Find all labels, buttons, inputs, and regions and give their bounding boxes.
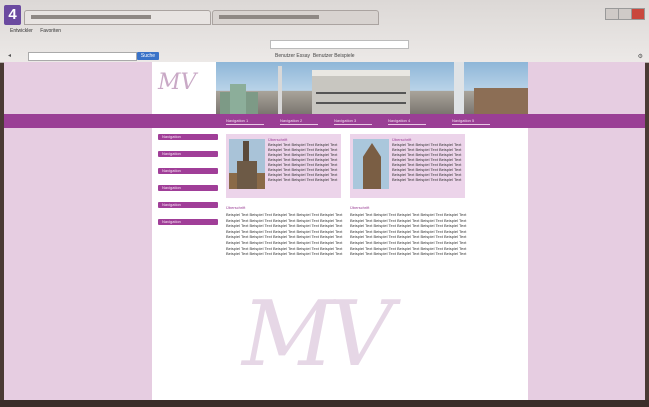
site-logo[interactable]: MV xyxy=(158,70,196,95)
column-2-text: Beispiel Text Beispiel Text Beispiel Tex… xyxy=(350,212,467,257)
sidebar-item-2[interactable]: Navigation xyxy=(158,151,218,157)
tab-2-title xyxy=(219,15,319,19)
menu-item-entwickler[interactable]: Entwickler xyxy=(10,28,33,34)
right-margin xyxy=(528,62,645,400)
sidebar-item-1[interactable]: Navigation xyxy=(158,134,218,140)
page-viewport: MV Navigation Navigation Navigation Navi… xyxy=(4,62,645,400)
bookmark-1[interactable]: Benutzer Essay xyxy=(275,53,310,59)
nav-item-1[interactable]: Navigation 1 xyxy=(226,118,264,125)
tab-1-title xyxy=(31,15,151,19)
nav-item-2-label: Navigation 2 xyxy=(280,118,303,123)
bookmark-2[interactable]: Benutzer Beispiele xyxy=(313,53,355,59)
nav-item-2[interactable]: Navigation 2 xyxy=(280,118,318,125)
address-bar[interactable] xyxy=(270,40,409,49)
browser-chrome: 4 Entwickler Favoriten ◂ Suche Benutzer … xyxy=(0,0,649,63)
maximize-button[interactable] xyxy=(618,8,632,20)
text-column-2: Überschrift Beispiel Text Beispiel Text … xyxy=(350,205,468,274)
sidebar-item-4[interactable]: Navigation xyxy=(158,185,218,191)
minimize-button[interactable] xyxy=(605,8,619,20)
card-1-text: Beispiel Text Beispiel Text Beispiel Tex… xyxy=(268,142,338,182)
gear-icon[interactable]: ⚙ xyxy=(638,53,643,60)
page-content: MV Navigation Navigation Navigation Navi… xyxy=(152,62,528,400)
search-input[interactable] xyxy=(28,52,137,61)
bookmarks-bar: Benutzer Essay Benutzer Beispiele xyxy=(275,53,355,59)
nav-item-1-label: Navigation 1 xyxy=(226,118,249,123)
left-margin xyxy=(4,62,152,400)
card-1-photo xyxy=(229,139,265,189)
menu-item-favoriten[interactable]: Favoriten xyxy=(40,28,61,34)
back-arrow-icon[interactable]: ◂ xyxy=(8,52,11,59)
nav-item-5-label: Navigation 5 xyxy=(452,118,475,123)
nav-item-4-label: Navigation 4 xyxy=(388,118,411,123)
watermark-logo: MV xyxy=(242,282,393,387)
browser-tab-2[interactable] xyxy=(212,10,379,25)
nav-item-5[interactable]: Navigation 5 xyxy=(452,118,490,125)
sidebar-item-5[interactable]: Navigation xyxy=(158,202,218,208)
card-2-photo xyxy=(353,139,389,189)
column-2-title: Überschrift xyxy=(350,205,370,210)
nav-item-3-label: Navigation 3 xyxy=(334,118,357,123)
text-column-1: Überschrift Beispiel Text Beispiel Text … xyxy=(226,205,344,274)
feature-card-2: Überschrift Beispiel Text Beispiel Text … xyxy=(350,134,465,198)
nav-item-3[interactable]: Navigation 3 xyxy=(334,118,372,125)
step-badge: 4 xyxy=(4,5,21,25)
feature-card-1: Überschrift Beispiel Text Beispiel Text … xyxy=(226,134,341,198)
close-button[interactable] xyxy=(631,8,645,20)
sidebar-nav: Navigation Navigation Navigation Navigat… xyxy=(158,134,218,236)
menu-bar: Entwickler Favoriten xyxy=(10,28,67,34)
card-2-text: Beispiel Text Beispiel Text Beispiel Tex… xyxy=(392,142,462,182)
browser-tab-1[interactable] xyxy=(24,10,211,25)
search-button[interactable]: Suche xyxy=(137,52,159,60)
header-banner-image xyxy=(216,62,528,114)
tab-strip xyxy=(24,8,629,25)
column-1-title: Überschrift xyxy=(226,205,246,210)
taskbar-edge xyxy=(0,400,649,407)
sidebar-item-3[interactable]: Navigation xyxy=(158,168,218,174)
sidebar-item-6[interactable]: Navigation xyxy=(158,219,218,225)
column-1-text: Beispiel Text Beispiel Text Beispiel Tex… xyxy=(226,212,343,257)
nav-item-4[interactable]: Navigation 4 xyxy=(388,118,426,125)
main-navbar: Navigation 1 Navigation 2 Navigation 3 N… xyxy=(4,114,645,128)
